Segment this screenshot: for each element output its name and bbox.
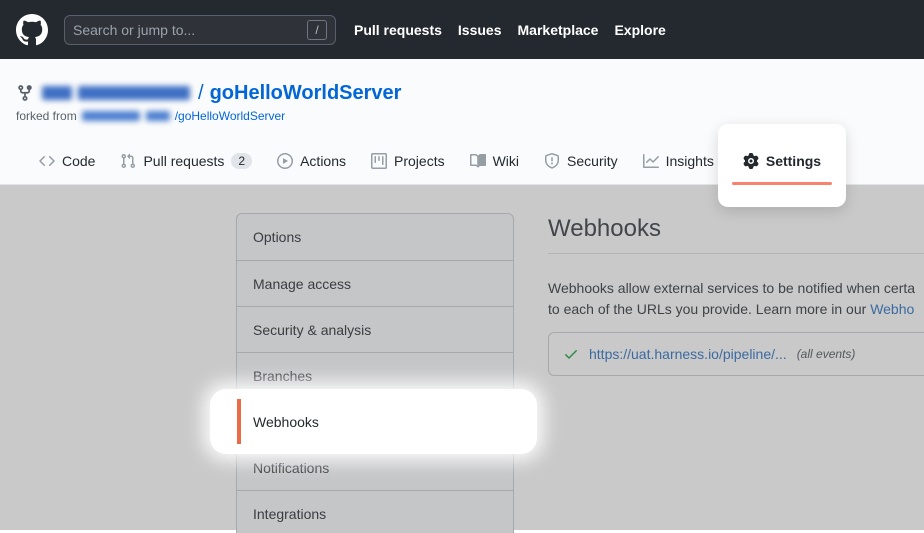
gear-icon: [743, 153, 759, 169]
sidebar-item-security-analysis[interactable]: Security & analysis: [237, 306, 513, 352]
repo-title: / goHelloWorldServer: [198, 82, 401, 105]
tab-wiki[interactable]: Wiki: [461, 137, 528, 184]
code-icon: [39, 153, 55, 169]
top-header: / Pull requests Issues Marketplace Explo…: [0, 0, 924, 59]
sidebar-item-manage-access[interactable]: Manage access: [237, 260, 513, 306]
tab-projects[interactable]: Projects: [362, 137, 454, 184]
search-input[interactable]: [73, 22, 307, 38]
webhook-events-scope: (all events): [797, 347, 856, 361]
tab-label: Actions: [300, 153, 346, 169]
nav-explore[interactable]: Explore: [614, 22, 665, 38]
tab-code[interactable]: Code: [30, 137, 104, 184]
nav-marketplace[interactable]: Marketplace: [518, 22, 599, 38]
tab-label: Pull requests: [143, 153, 224, 169]
tab-label: Settings: [766, 153, 821, 169]
redacted-owner-name: [42, 86, 190, 100]
dimmed-page-area: Options Manage access Security & analysi…: [0, 185, 924, 530]
description-line-2-text: to each of the URLs you provide. Learn m…: [548, 301, 870, 317]
shield-icon: [544, 153, 560, 169]
pull-request-count-badge: 2: [231, 153, 252, 169]
tab-label: Projects: [394, 153, 445, 169]
slash-shortcut-key: /: [307, 20, 327, 40]
pull-request-icon: [120, 153, 136, 169]
play-icon: [277, 153, 293, 169]
fork-parent-repo-link[interactable]: /goHelloWorldServer: [175, 109, 286, 123]
repo-title-separator: /: [198, 82, 204, 105]
tab-pull-requests[interactable]: Pull requests 2: [111, 137, 261, 184]
nav-issues[interactable]: Issues: [458, 22, 502, 38]
webhook-url-link[interactable]: https://uat.harness.io/pipeline/...: [589, 346, 787, 362]
repo-header: / goHelloWorldServer forked from /goHell…: [0, 59, 924, 185]
webhook-list-item: https://uat.harness.io/pipeline/... (all…: [548, 332, 924, 376]
repo-name-link[interactable]: goHelloWorldServer: [210, 82, 402, 105]
tab-actions[interactable]: Actions: [268, 137, 355, 184]
sidebar-item-integrations[interactable]: Integrations: [237, 490, 513, 533]
book-icon: [470, 153, 486, 169]
header-nav: Pull requests Issues Marketplace Explore: [354, 22, 666, 38]
tab-insights[interactable]: Insights: [634, 137, 723, 184]
tab-label: Insights: [666, 153, 714, 169]
page-title: Webhooks: [548, 215, 924, 254]
webhooks-content: Webhooks Webhooks allow external service…: [548, 185, 924, 376]
tab-label: Code: [62, 153, 95, 169]
description-line-1: Webhooks allow external services to be n…: [548, 278, 924, 299]
description-line-2: to each of the URLs you provide. Learn m…: [548, 299, 924, 320]
project-icon: [371, 153, 387, 169]
webhooks-guide-link[interactable]: Webho: [870, 301, 914, 317]
tab-label: Wiki: [493, 153, 519, 169]
tab-security[interactable]: Security: [535, 137, 627, 184]
github-logo-icon[interactable]: [16, 14, 48, 46]
tab-settings[interactable]: Settings: [734, 137, 830, 184]
nav-pull-requests[interactable]: Pull requests: [354, 22, 442, 38]
tab-label: Security: [567, 153, 618, 169]
global-search[interactable]: /: [64, 15, 336, 45]
redacted-parent-owner: [82, 111, 170, 121]
webhooks-description: Webhooks allow external services to be n…: [548, 278, 924, 320]
settings-sidebar: Options Manage access Security & analysi…: [236, 213, 514, 533]
github-page: / Pull requests Issues Marketplace Explo…: [0, 0, 924, 533]
repo-tab-nav: Code Pull requests 2 Actions Projects Wi…: [0, 137, 924, 185]
repo-title-row: / goHelloWorldServer: [0, 59, 924, 107]
repo-forked-icon: [16, 84, 34, 102]
sidebar-item-options[interactable]: Options: [237, 214, 513, 260]
check-icon: [563, 346, 579, 362]
sidebar-item-webhooks[interactable]: Webhooks: [237, 398, 513, 444]
forked-from-row: forked from /goHelloWorldServer: [0, 107, 924, 123]
graph-icon: [643, 153, 659, 169]
forked-from-label: forked from: [16, 109, 77, 123]
